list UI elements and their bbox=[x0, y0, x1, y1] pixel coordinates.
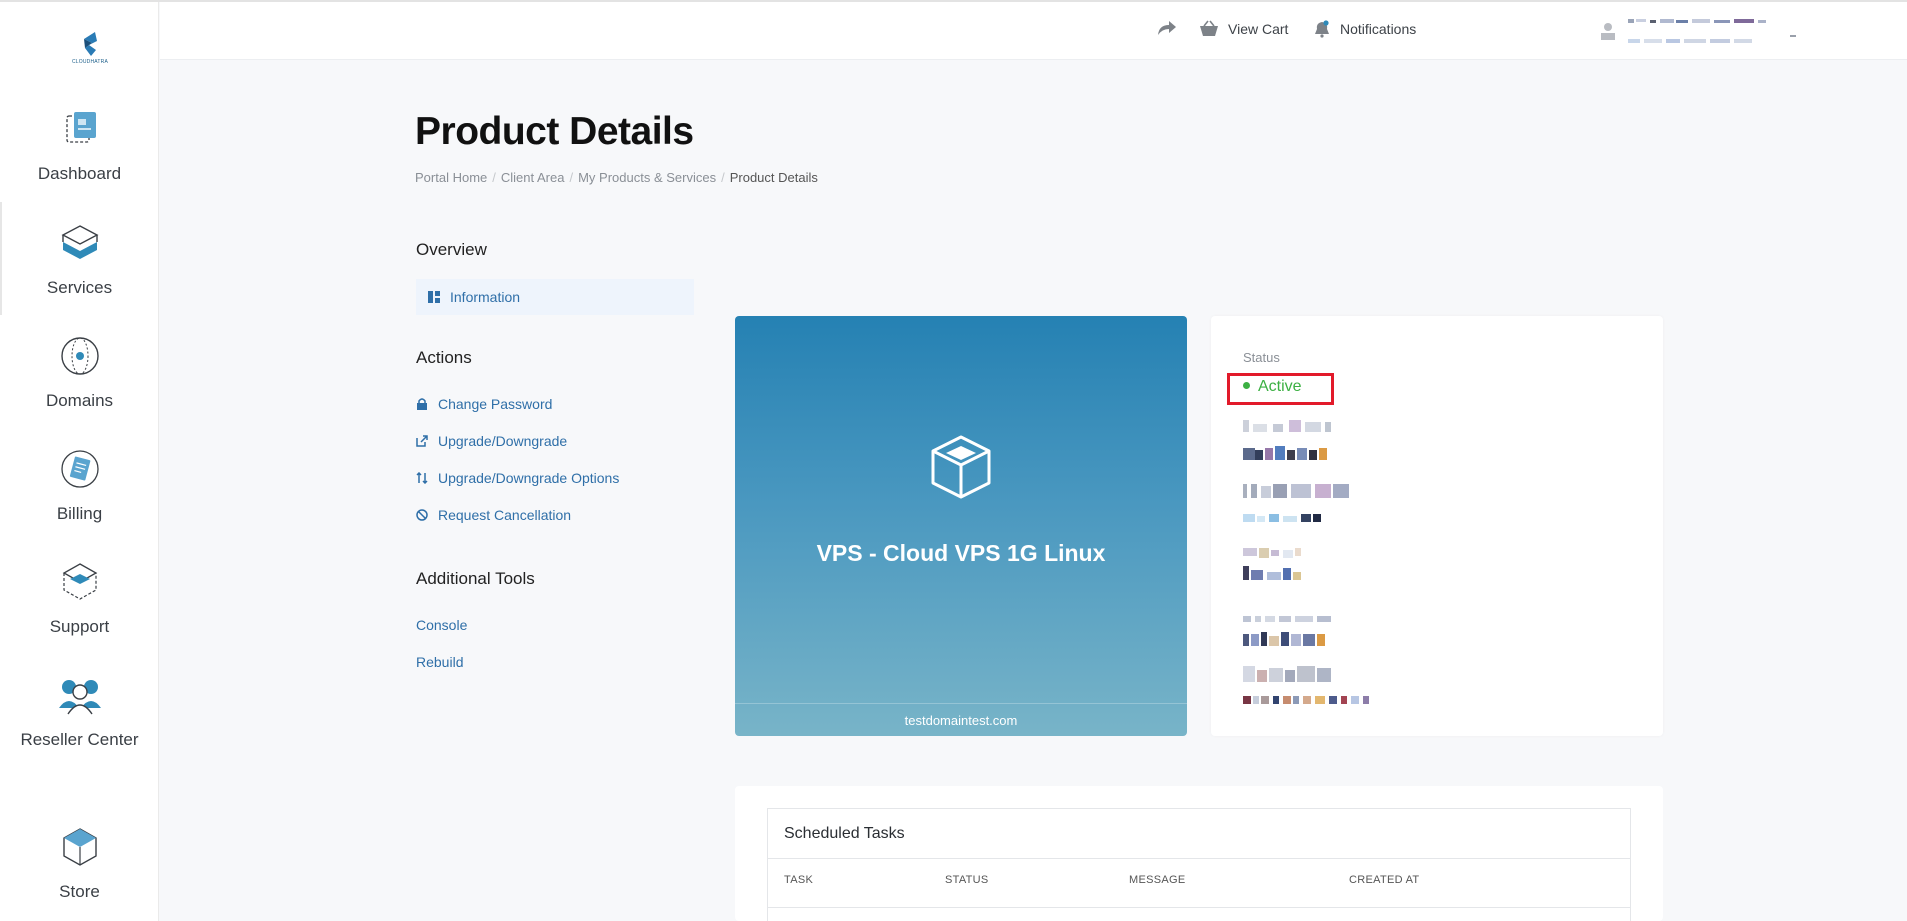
sidebar-item-services[interactable]: Services bbox=[0, 220, 159, 300]
sidebar-item-label: Dashboard bbox=[37, 164, 122, 183]
sidebar-item-label: Services bbox=[46, 278, 113, 297]
actions-heading: Actions bbox=[416, 348, 472, 367]
bell-icon bbox=[1315, 20, 1329, 38]
sidebar-item-domains[interactable]: Domains bbox=[0, 333, 159, 413]
dashboard-icon bbox=[65, 112, 96, 143]
additional-tools-heading: Additional Tools bbox=[416, 569, 535, 588]
share-button[interactable] bbox=[1157, 20, 1186, 36]
sidebar-item-label: Store bbox=[59, 882, 100, 901]
overview-heading: Overview bbox=[416, 240, 487, 259]
store-box-icon bbox=[62, 828, 97, 866]
breadcrumb-separator: / bbox=[721, 170, 725, 185]
rebuild-link[interactable]: Rebuild bbox=[416, 654, 463, 670]
column-header-created-at[interactable]: CREATED AT bbox=[1349, 874, 1419, 886]
product-card: VPS - Cloud VPS 1G Linux testdomaintest.… bbox=[735, 316, 1187, 736]
logo-text: CLOUDHATRA bbox=[71, 59, 109, 65]
breadcrumb-current: Product Details bbox=[729, 170, 818, 185]
sidebar-item-reseller-center[interactable]: Reseller Center bbox=[0, 672, 159, 752]
external-link-icon bbox=[416, 435, 428, 447]
page-title: Product Details bbox=[415, 110, 694, 153]
divider bbox=[768, 907, 1630, 908]
change-password-link[interactable]: Change Password bbox=[416, 396, 552, 412]
scheduled-tasks-panel: Scheduled Tasks TASK STATUS MESSAGE CREA… bbox=[767, 808, 1631, 921]
status-value: Active bbox=[1258, 378, 1302, 395]
notifications-label: Notifications bbox=[1340, 21, 1417, 37]
upgrade-downgrade-options-link[interactable]: Upgrade/Downgrade Options bbox=[416, 470, 619, 486]
lock-icon bbox=[417, 398, 427, 410]
breadcrumb: Portal Home / Client Area / My Products & Se… bbox=[415, 170, 818, 185]
status-dot-icon bbox=[1243, 382, 1250, 389]
console-link[interactable]: Console bbox=[416, 617, 467, 633]
divider bbox=[768, 858, 1630, 859]
brand-logo[interactable]: CLOUDHATRA bbox=[65, 30, 115, 70]
user-account-menu[interactable] bbox=[1600, 15, 1800, 49]
action-label: Change Password bbox=[438, 396, 553, 412]
menu-item-information[interactable]: Information bbox=[416, 279, 694, 315]
action-label: Upgrade/Downgrade Options bbox=[438, 470, 620, 486]
status-card: Status Active bbox=[1211, 316, 1663, 736]
sidebar-item-billing[interactable]: Billing bbox=[0, 446, 159, 526]
globe-icon bbox=[60, 337, 99, 375]
notifications-link[interactable]: Notifications bbox=[1313, 20, 1416, 38]
sidebar-item-label: Support bbox=[49, 617, 110, 636]
scheduled-tasks-section: Scheduled Tasks TASK STATUS MESSAGE CREA… bbox=[735, 786, 1663, 921]
breadcrumb-my-products[interactable]: My Products & Services bbox=[578, 170, 716, 185]
breadcrumb-client-area[interactable]: Client Area bbox=[501, 170, 565, 185]
product-cube-icon bbox=[931, 435, 991, 499]
sidebar: CLOUDHATRA Dashboard Services Domains Bi… bbox=[0, 2, 159, 921]
upgrade-downgrade-link[interactable]: Upgrade/Downgrade bbox=[416, 433, 567, 449]
status-label: Status bbox=[1243, 350, 1280, 365]
product-name: VPS - Cloud VPS 1G Linux bbox=[816, 540, 1106, 566]
top-header: View Cart Notifications bbox=[160, 2, 1907, 60]
dashboard-tiles-icon bbox=[428, 291, 440, 303]
support-icon bbox=[62, 563, 97, 600]
sidebar-item-label: Domains bbox=[45, 391, 114, 410]
reseller-users-icon bbox=[58, 680, 101, 715]
column-header-message[interactable]: MESSAGE bbox=[1129, 874, 1186, 886]
cart-basket-icon bbox=[1200, 20, 1218, 36]
user-avatar-redacted bbox=[1601, 19, 1796, 43]
ban-icon bbox=[416, 509, 428, 521]
view-cart-link[interactable]: View Cart bbox=[1199, 20, 1288, 38]
product-domain: testdomaintest.com bbox=[735, 703, 1187, 736]
action-label: Upgrade/Downgrade bbox=[438, 433, 568, 449]
sidebar-item-label: Billing bbox=[56, 504, 103, 523]
sidebar-item-support[interactable]: Support bbox=[0, 559, 159, 639]
redacted-details bbox=[1243, 420, 1369, 704]
view-cart-label: View Cart bbox=[1228, 21, 1289, 37]
sidebar-item-label: Reseller Center bbox=[20, 730, 139, 749]
breadcrumb-separator: / bbox=[492, 170, 496, 185]
billing-icon bbox=[60, 450, 99, 488]
logo-mark-icon bbox=[84, 32, 97, 56]
action-label: Request Cancellation bbox=[438, 507, 572, 523]
breadcrumb-separator: / bbox=[569, 170, 574, 185]
sidebar-item-dashboard[interactable]: Dashboard bbox=[0, 106, 159, 186]
column-header-status[interactable]: STATUS bbox=[945, 874, 989, 886]
menu-item-label: Information bbox=[450, 289, 521, 305]
services-icon bbox=[61, 225, 98, 259]
column-header-task[interactable]: TASK bbox=[784, 874, 813, 886]
share-arrow-icon bbox=[1158, 21, 1176, 35]
sort-arrows-icon bbox=[416, 472, 428, 484]
sidebar-item-store[interactable]: Store bbox=[0, 824, 159, 904]
scheduled-tasks-title: Scheduled Tasks bbox=[784, 825, 905, 842]
request-cancellation-link[interactable]: Request Cancellation bbox=[416, 507, 571, 523]
breadcrumb-portal-home[interactable]: Portal Home bbox=[415, 170, 487, 185]
status-badge: Active bbox=[1243, 378, 1302, 396]
